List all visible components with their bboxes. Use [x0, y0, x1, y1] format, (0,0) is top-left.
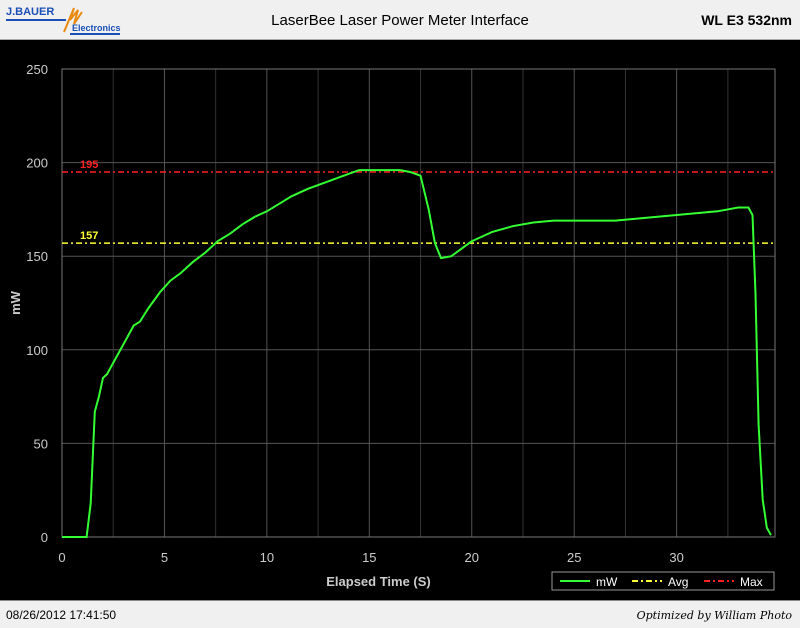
legend: mW Avg Max	[551, 571, 775, 591]
y-tick-label: 50	[34, 436, 48, 451]
y-tick-label: 200	[26, 156, 48, 171]
legend-label: Max	[740, 575, 763, 589]
y-tick-label: 250	[26, 62, 48, 77]
app-window: J.BAUER Electronics LaserBee Laser Power…	[0, 0, 800, 628]
timestamp: 08/26/2012 17:41:50	[6, 608, 117, 622]
series-mw-line	[62, 169, 772, 538]
y-tick-label: 0	[41, 530, 48, 545]
x-tick-label: 5	[161, 550, 168, 565]
x-tick-label: 10	[260, 550, 274, 565]
x-tick-label: 20	[465, 550, 479, 565]
x-tick-label: 15	[362, 550, 376, 565]
y-axis-label: mW	[8, 290, 23, 315]
header-bar: J.BAUER Electronics LaserBee Laser Power…	[0, 0, 800, 40]
x-tick-label: 25	[567, 550, 581, 565]
chart-area: 0 5 10 15 20 25 30 0 50 100 150 200 250 195 157 mW El…	[0, 40, 800, 600]
max-label: 195	[80, 159, 98, 171]
x-axis-label: Elapsed Time (S)	[326, 574, 431, 589]
x-tick-label: 0	[58, 550, 65, 565]
power-chart: 0 5 10 15 20 25 30 0 50 100 150 200 250 195 157 mW El…	[8, 62, 776, 591]
app-title: LaserBee Laser Power Meter Interface	[271, 12, 529, 29]
y-tick-label: 150	[26, 249, 48, 264]
avg-label: 157	[80, 230, 98, 242]
x-tick-label: 30	[669, 550, 683, 565]
legend-label: mW	[596, 575, 618, 589]
status-bar: 08/26/2012 17:41:50 Optimized by William…	[0, 600, 800, 628]
tick-labels: 0 5 10 15 20 25 30 0 50 100 150 200 250	[26, 62, 684, 565]
y-tick-label: 100	[26, 343, 48, 358]
credit-text: Optimized by William Photo	[636, 609, 792, 622]
plot-frame	[61, 68, 776, 538]
legend-label: Avg	[668, 575, 688, 589]
reference-lines: 195 157	[62, 159, 775, 244]
grid-lines	[61, 68, 775, 538]
device-label: WL E3 532nm	[701, 12, 792, 28]
